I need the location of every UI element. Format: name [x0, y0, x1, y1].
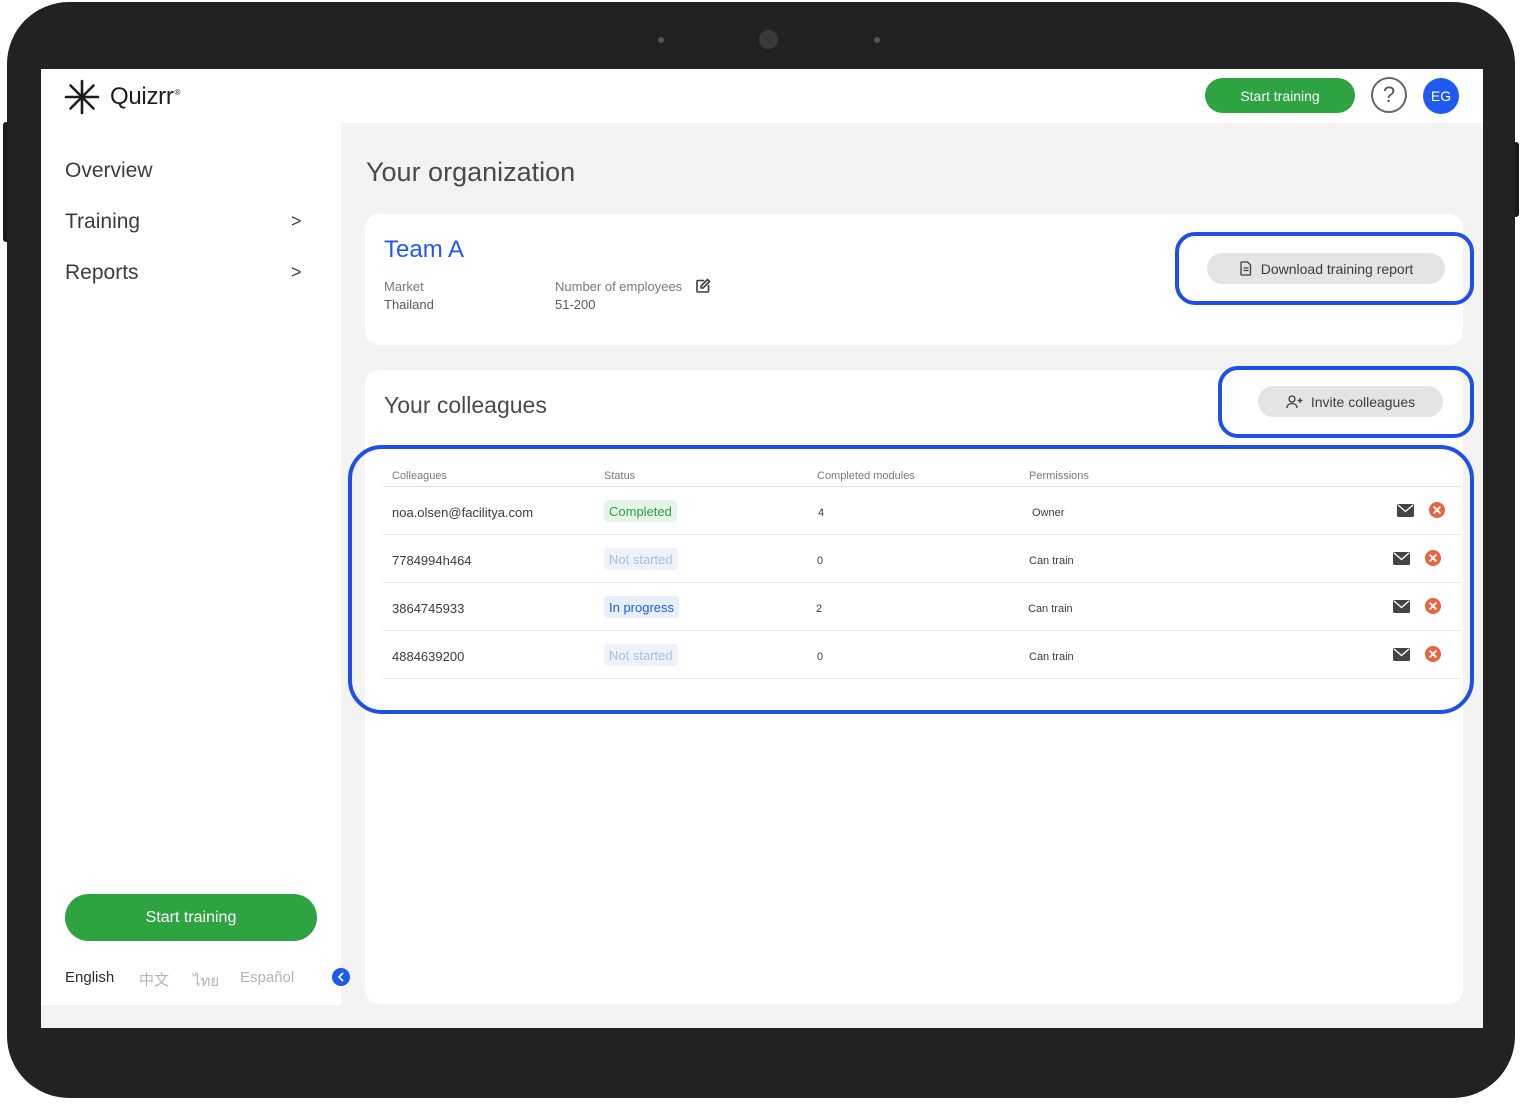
market-value: Thailand	[384, 297, 434, 312]
language-chinese[interactable]: 中文	[139, 969, 169, 990]
header-start-training-button[interactable]: Start training	[1205, 78, 1355, 113]
team-name: Team A	[384, 236, 465, 263]
chevron-right-icon[interactable]: >	[291, 262, 302, 283]
page-title: Your organization	[366, 157, 576, 187]
brand-name: Quizrr®	[110, 83, 181, 110]
chevron-left-icon	[338, 972, 344, 982]
employees-label: Number of employees	[555, 279, 683, 294]
employees-value: 51-200	[555, 297, 596, 312]
sensor-dot	[658, 37, 664, 43]
top-bar: Quizrr® Start training ? EG	[41, 69, 1483, 123]
sidebar-start-training-button[interactable]: Start training	[65, 894, 317, 941]
sidebar: Overview Training > Reports > Start trai…	[41, 123, 350, 1005]
colleagues-title: Your colleagues	[384, 392, 547, 418]
language-english[interactable]: English	[65, 969, 114, 986]
help-icon[interactable]: ?	[1371, 77, 1407, 113]
sidebar-item-reports[interactable]: Reports	[65, 261, 139, 285]
sensor-dot	[874, 37, 880, 43]
market-label: Market	[384, 279, 424, 294]
logo[interactable]: Quizrr®	[64, 79, 180, 115]
highlight-download-report	[1175, 232, 1474, 305]
avatar[interactable]: EG	[1423, 78, 1459, 114]
chevron-right-icon[interactable]: >	[291, 211, 302, 232]
highlight-colleagues-table	[348, 445, 1474, 714]
collapse-sidebar-icon[interactable]	[332, 968, 350, 986]
language-spanish[interactable]: Español	[240, 969, 294, 986]
edit-icon[interactable]	[695, 278, 711, 294]
asterisk-logo-icon	[64, 79, 100, 115]
sidebar-item-training[interactable]: Training	[65, 210, 140, 234]
front-camera	[759, 30, 778, 49]
highlight-invite-colleagues	[1218, 366, 1474, 438]
language-thai[interactable]: ไทย	[193, 969, 219, 993]
sidebar-item-overview[interactable]: Overview	[65, 159, 153, 183]
